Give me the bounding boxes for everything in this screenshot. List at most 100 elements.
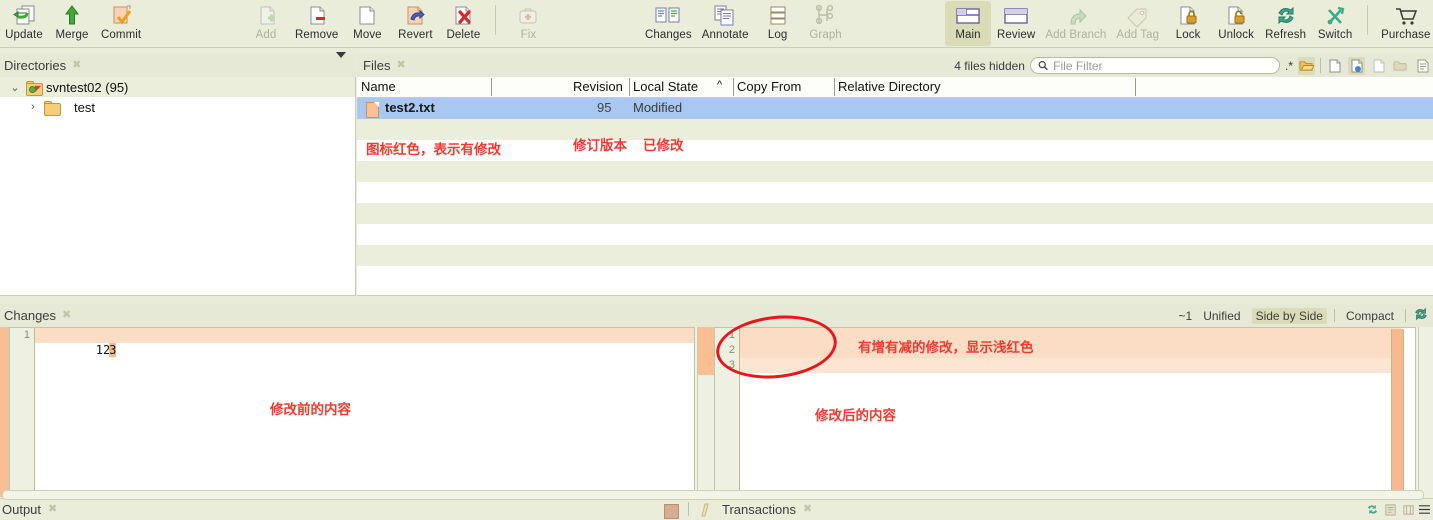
diff-vertical-scrollbar[interactable] [1391, 329, 1404, 495]
annotate-icon [710, 3, 740, 29]
line-number: 3 [728, 359, 735, 371]
list-view-icon[interactable] [1414, 57, 1431, 75]
toolbar-button-fix[interactable]: Fix [505, 1, 551, 46]
graph-icon [811, 3, 841, 29]
toolbar-button-review[interactable]: Review [993, 1, 1039, 46]
view-mode-compact[interactable]: Compact [1342, 308, 1398, 324]
toolbar-button-add[interactable]: Add [243, 1, 289, 46]
middle-change-marker-strip[interactable] [697, 327, 715, 497]
toolbar-button-log[interactable]: Log [755, 1, 801, 46]
column-header-local-state[interactable]: Local State [633, 79, 698, 94]
table-row-empty[interactable] [357, 161, 1433, 182]
files-table[interactable]: Name Revision Local State ^ Copy From Re… [357, 77, 1433, 296]
toolbar-button-remove[interactable]: Remove [291, 1, 342, 46]
column-divider[interactable] [1135, 78, 1136, 96]
file-properties-icon[interactable] [1348, 56, 1365, 75]
toolbar-button-changes[interactable]: Changes [641, 1, 696, 46]
toolbar-button-delete[interactable]: Delete [440, 1, 486, 46]
new-file-icon[interactable] [1326, 57, 1343, 75]
column-divider[interactable] [491, 78, 492, 96]
view-mode-side-by-side[interactable]: Side by Side [1251, 307, 1327, 324]
bottom-menu-icon[interactable] [1418, 504, 1431, 518]
transactions-pane-title[interactable]: Transactions [722, 502, 796, 517]
revert-icon [402, 3, 428, 29]
toolbar-button-refresh[interactable]: Refresh [1261, 1, 1310, 46]
column-divider[interactable] [733, 78, 734, 96]
toolbar-button-annotate[interactable]: Annotate [698, 1, 753, 46]
chevron-collapsed-icon[interactable]: › [22, 101, 44, 113]
column-header-revision[interactable]: Revision [573, 79, 623, 94]
bottom-archive-icon[interactable] [1402, 503, 1415, 519]
toolbar-label-review: Review [997, 29, 1036, 41]
toolbar-button-purchase[interactable]: Purchase [1377, 1, 1433, 46]
column-header-copy-from[interactable]: Copy From [737, 79, 801, 94]
toolbar-button-revert[interactable]: Revert [392, 1, 438, 46]
annotation-before-content: 修改前的内容 [270, 402, 351, 418]
add-tag-icon [1123, 3, 1153, 29]
bottom-clipboard-icon[interactable] [1384, 503, 1397, 519]
output-pane-title[interactable]: Output [2, 502, 41, 517]
toolbar-label-purchase: Purchase [1381, 29, 1431, 41]
file-filter-input[interactable] [1048, 57, 1272, 74]
open-folder-icon[interactable] [1298, 56, 1315, 75]
tree-item-test[interactable]: › test [0, 97, 355, 117]
table-row-empty[interactable] [357, 266, 1433, 287]
toolbar-button-unlock[interactable]: Unlock [1213, 1, 1259, 46]
close-icon[interactable]: ✖ [72, 60, 81, 71]
folder-disabled-icon[interactable] [1392, 57, 1409, 75]
sort-ascending-icon: ^ [717, 79, 723, 91]
diff-pane-original[interactable]: 1 123 [9, 327, 695, 497]
toolbar-button-move[interactable]: Move [344, 1, 390, 46]
column-header-relative-directory[interactable]: Relative Directory [838, 79, 941, 94]
left-change-marker-strip[interactable] [0, 327, 9, 497]
close-icon[interactable]: ✖ [62, 310, 71, 321]
bottom-refresh-icon[interactable] [1366, 503, 1379, 519]
view-mode-unified[interactable]: Unified [1199, 308, 1244, 324]
table-row-empty[interactable] [357, 203, 1433, 224]
changes-refresh-icon[interactable] [1413, 307, 1429, 325]
blank-file-icon[interactable] [1370, 57, 1387, 75]
add-branch-icon [1059, 3, 1093, 29]
toolbar-button-graph[interactable]: Graph [803, 1, 849, 46]
file-filter-box[interactable] [1029, 57, 1280, 74]
cell-revision: 95 [597, 100, 612, 115]
toolbar-label-annotate: Annotate [701, 29, 749, 41]
toolbar-button-update[interactable]: Update [1, 1, 47, 46]
table-row-empty[interactable] [357, 224, 1433, 245]
chevron-expanded-icon[interactable]: ⌄ [4, 81, 26, 94]
toolbar-button-commit[interactable]: Commit [97, 1, 145, 46]
table-row[interactable]: test2.txt 95 Modified [357, 98, 1433, 119]
column-header-name[interactable]: Name [361, 79, 396, 94]
toolbar-label-add: Add [255, 29, 277, 41]
column-divider[interactable] [834, 78, 835, 96]
toolbar-button-merge[interactable]: Merge [49, 1, 95, 46]
toolbar-group-inspect: Changes Annotate Log Graph [640, 0, 850, 47]
toolbar-button-lock[interactable]: Lock [1165, 1, 1211, 46]
close-icon[interactable]: ✖ [396, 60, 405, 71]
diff-line-modified-2: liaowenxiong [740, 343, 1401, 372]
tree-item-svntest02[interactable]: ⌄ ◤ svntest02 (95) [0, 77, 355, 97]
close-icon[interactable]: ✖ [803, 502, 812, 515]
toolbar-button-add-branch[interactable]: Add Branch [1041, 1, 1110, 46]
right-change-marker-strip[interactable] [1418, 327, 1433, 497]
toolbar-button-add-tag[interactable]: Add Tag [1112, 1, 1163, 46]
table-row-empty[interactable] [357, 140, 1433, 161]
toolbar-group-vcs: Update Merge Commit [0, 0, 146, 47]
directories-dropdown-button[interactable] [336, 52, 346, 73]
table-row-empty[interactable] [357, 119, 1433, 140]
table-row-empty[interactable] [357, 245, 1433, 266]
bottom-separator [688, 502, 689, 516]
toolbar-button-main[interactable]: Main [945, 1, 991, 46]
column-divider[interactable] [629, 78, 630, 96]
files-column-header[interactable]: Name Revision Local State ^ Copy From Re… [357, 77, 1433, 98]
update-icon [11, 3, 37, 29]
toolbar-button-switch[interactable]: Switch [1312, 1, 1358, 46]
horizontal-scrollbar[interactable] [2, 490, 1424, 500]
line-number: 1 [728, 329, 735, 341]
toolbar-label-add-branch: Add Branch [1045, 29, 1107, 41]
directories-tree[interactable]: ⌄ ◤ svntest02 (95) › test [0, 77, 356, 296]
table-row-empty[interactable] [357, 182, 1433, 203]
close-icon[interactable]: ✖ [48, 502, 57, 515]
toolbar-label-graph: Graph [809, 29, 842, 41]
filter-regex-toggle[interactable]: .* [1285, 59, 1293, 73]
